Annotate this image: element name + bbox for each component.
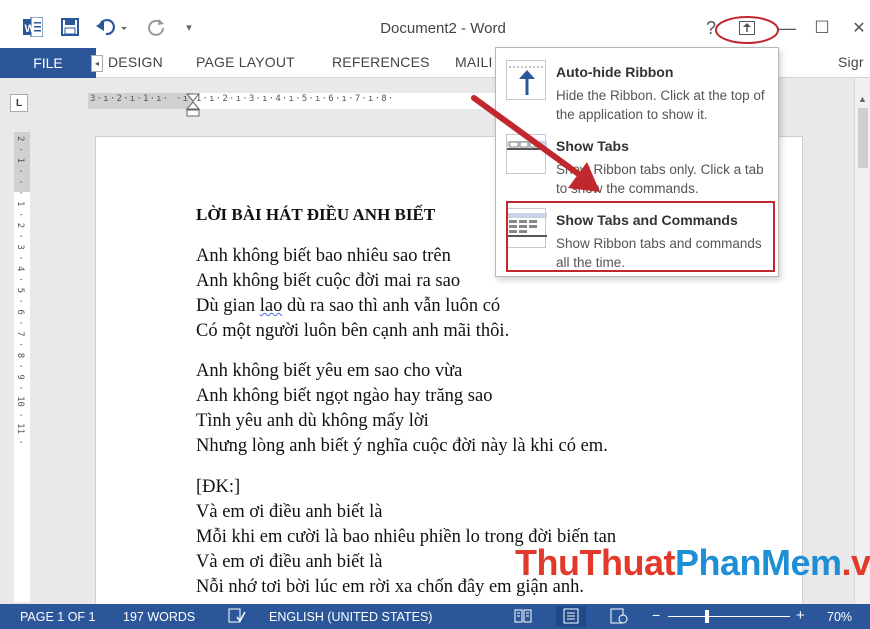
song-title: LỜI BÀI HÁT ĐIỀU ANH BIẾT [196,205,436,224]
stanza-1: Anh không biết bao nhiêu sao trên Anh kh… [196,244,509,344]
vertical-ruler-strip[interactable]: 2 · 1 · · · 1 · 2 · 3 · 4 · 5 · 6 · 7 · … [14,132,30,602]
indent-marker-icon[interactable] [186,93,200,117]
text-line: Anh không biết bao nhiêu sao trên [196,246,451,266]
annotation-arrow [471,95,600,192]
stanza-2: Anh không biết yêu em sao cho vừa Anh kh… [196,359,608,459]
maximize-button[interactable]: ☐ [808,14,836,42]
text-line: Anh không biết yêu em sao cho vừa [196,361,463,381]
tab-scroll-left-icon[interactable]: ◂ [91,55,103,72]
tab-mailings[interactable]: MAILI [455,54,493,70]
tab-file[interactable]: FILE [0,48,96,78]
word-count[interactable]: 197 WORDS [123,610,195,624]
web-layout-icon[interactable] [610,608,628,627]
vertical-ruler-marks: 2 · 1 · · · 1 · 2 · 3 · 4 · 5 · 6 · 7 · … [15,136,25,445]
text-line: Và em ơi điều anh biết là [196,502,383,522]
proofing-icon[interactable] [228,608,246,627]
language-status[interactable]: ENGLISH (UNITED STATES) [269,610,432,624]
zoom-out-button[interactable]: − [652,607,660,623]
text-line: [ĐK:] [196,477,241,497]
text-line: Nhưng lòng anh biết ý nghĩa cuộc đời này… [196,436,608,456]
scroll-up-icon[interactable]: ▲ [858,94,867,104]
status-bar: PAGE 1 OF 1 197 WORDS ENGLISH (UNITED ST… [0,604,870,629]
text-line: Anh không biết ngọt ngào hay trăng sao [196,386,493,406]
zoom-level[interactable]: 70% [827,610,852,624]
text-line: Dù gian lao dù ra sao thì anh vẫn luôn c… [196,296,501,316]
page-count[interactable]: PAGE 1 OF 1 [20,610,96,624]
close-button[interactable]: ✕ [845,14,870,42]
highlight-circle [715,16,779,44]
tab-design[interactable]: DESIGN [108,54,163,70]
tab-stop-selector[interactable]: L [10,94,28,112]
ruler-strip[interactable]: 3·ı·2·ı·1·ı· ·ı·1·ı·2·ı·3·ı·4·ı·5·ı·6·ı·… [88,93,508,117]
scroll-thumb[interactable] [858,108,868,168]
text-line: Tình yêu anh dù không mấy lời [196,411,429,431]
vertical-scrollbar[interactable]: ▲ [854,78,870,604]
read-mode-icon[interactable] [514,608,532,627]
print-layout-icon[interactable] [556,606,586,627]
highlight-box [506,201,775,272]
minimize-button[interactable]: — [773,14,801,42]
zoom-slider-track[interactable] [668,616,790,617]
text-line: Anh không biết cuộc đời mai ra sao [196,271,461,291]
tab-references[interactable]: REFERENCES [332,54,430,70]
tab-page-layout[interactable]: PAGE LAYOUT [196,54,295,70]
text-line: Có một người luôn bên cạnh anh mãi thôi. [196,321,510,341]
zoom-in-button[interactable]: + [796,607,805,624]
title-bar: W ▾ Document2 - Word ? — ☐ ✕ [0,0,870,48]
zoom-slider-thumb[interactable] [705,610,709,623]
sign-in-link[interactable]: Sigr [838,54,864,70]
spelling-error[interactable]: lao [260,296,283,316]
ruler-marks: 3·ı·2·ı·1·ı· ·ı·1·ı·2·ı·3·ı·4·ı·5·ı·6·ı·… [90,94,395,104]
menu-item-title: Auto-hide Ribbon [556,64,674,80]
watermark-logo: ThuThuatPhanMem.vn [515,542,870,583]
vertical-ruler: 2 · 1 · · · 1 · 2 · 3 · 4 · 5 · 6 · 7 · … [0,122,34,604]
